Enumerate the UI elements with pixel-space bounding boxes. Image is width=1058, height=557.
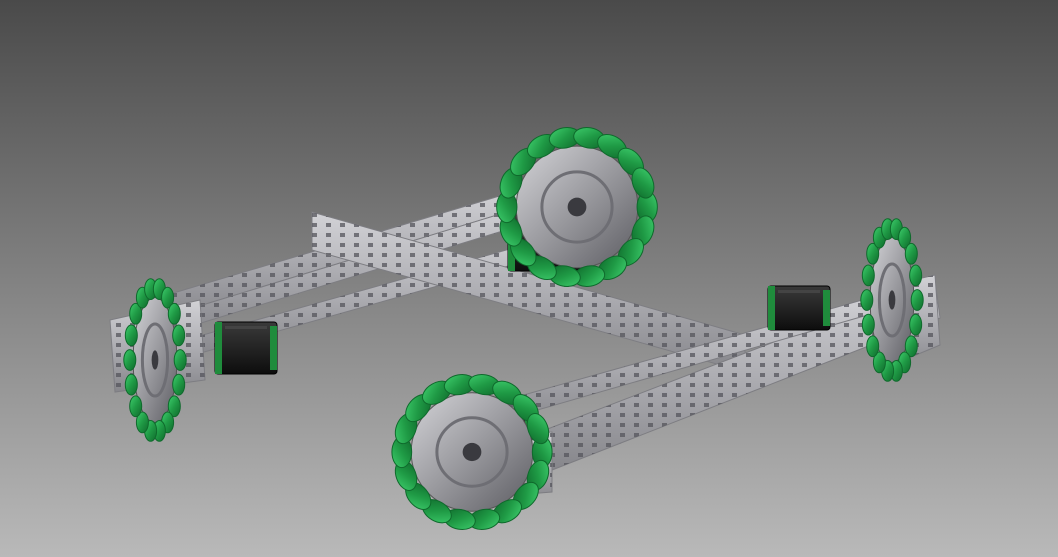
omni-roller bbox=[904, 242, 918, 265]
omni-roller bbox=[173, 349, 187, 371]
omni-roller bbox=[123, 349, 137, 371]
omni-roller bbox=[167, 302, 181, 325]
cad-viewport[interactable] bbox=[0, 0, 1058, 557]
omni-roller bbox=[172, 324, 186, 347]
omni-roller bbox=[124, 373, 138, 396]
omni-roller bbox=[866, 335, 880, 358]
omni-roller bbox=[124, 324, 138, 347]
omni-roller bbox=[861, 313, 875, 336]
motor-rear-left bbox=[214, 321, 278, 375]
omni-roller bbox=[129, 395, 143, 418]
omni-roller bbox=[861, 264, 875, 287]
motor-front-right bbox=[767, 285, 831, 331]
omni-roller bbox=[860, 289, 874, 311]
omni-roller bbox=[909, 313, 923, 336]
omni-roller bbox=[909, 264, 923, 287]
omni-roller bbox=[910, 289, 924, 311]
omni-roller bbox=[172, 373, 186, 396]
robot-chassis-render bbox=[0, 0, 1058, 557]
